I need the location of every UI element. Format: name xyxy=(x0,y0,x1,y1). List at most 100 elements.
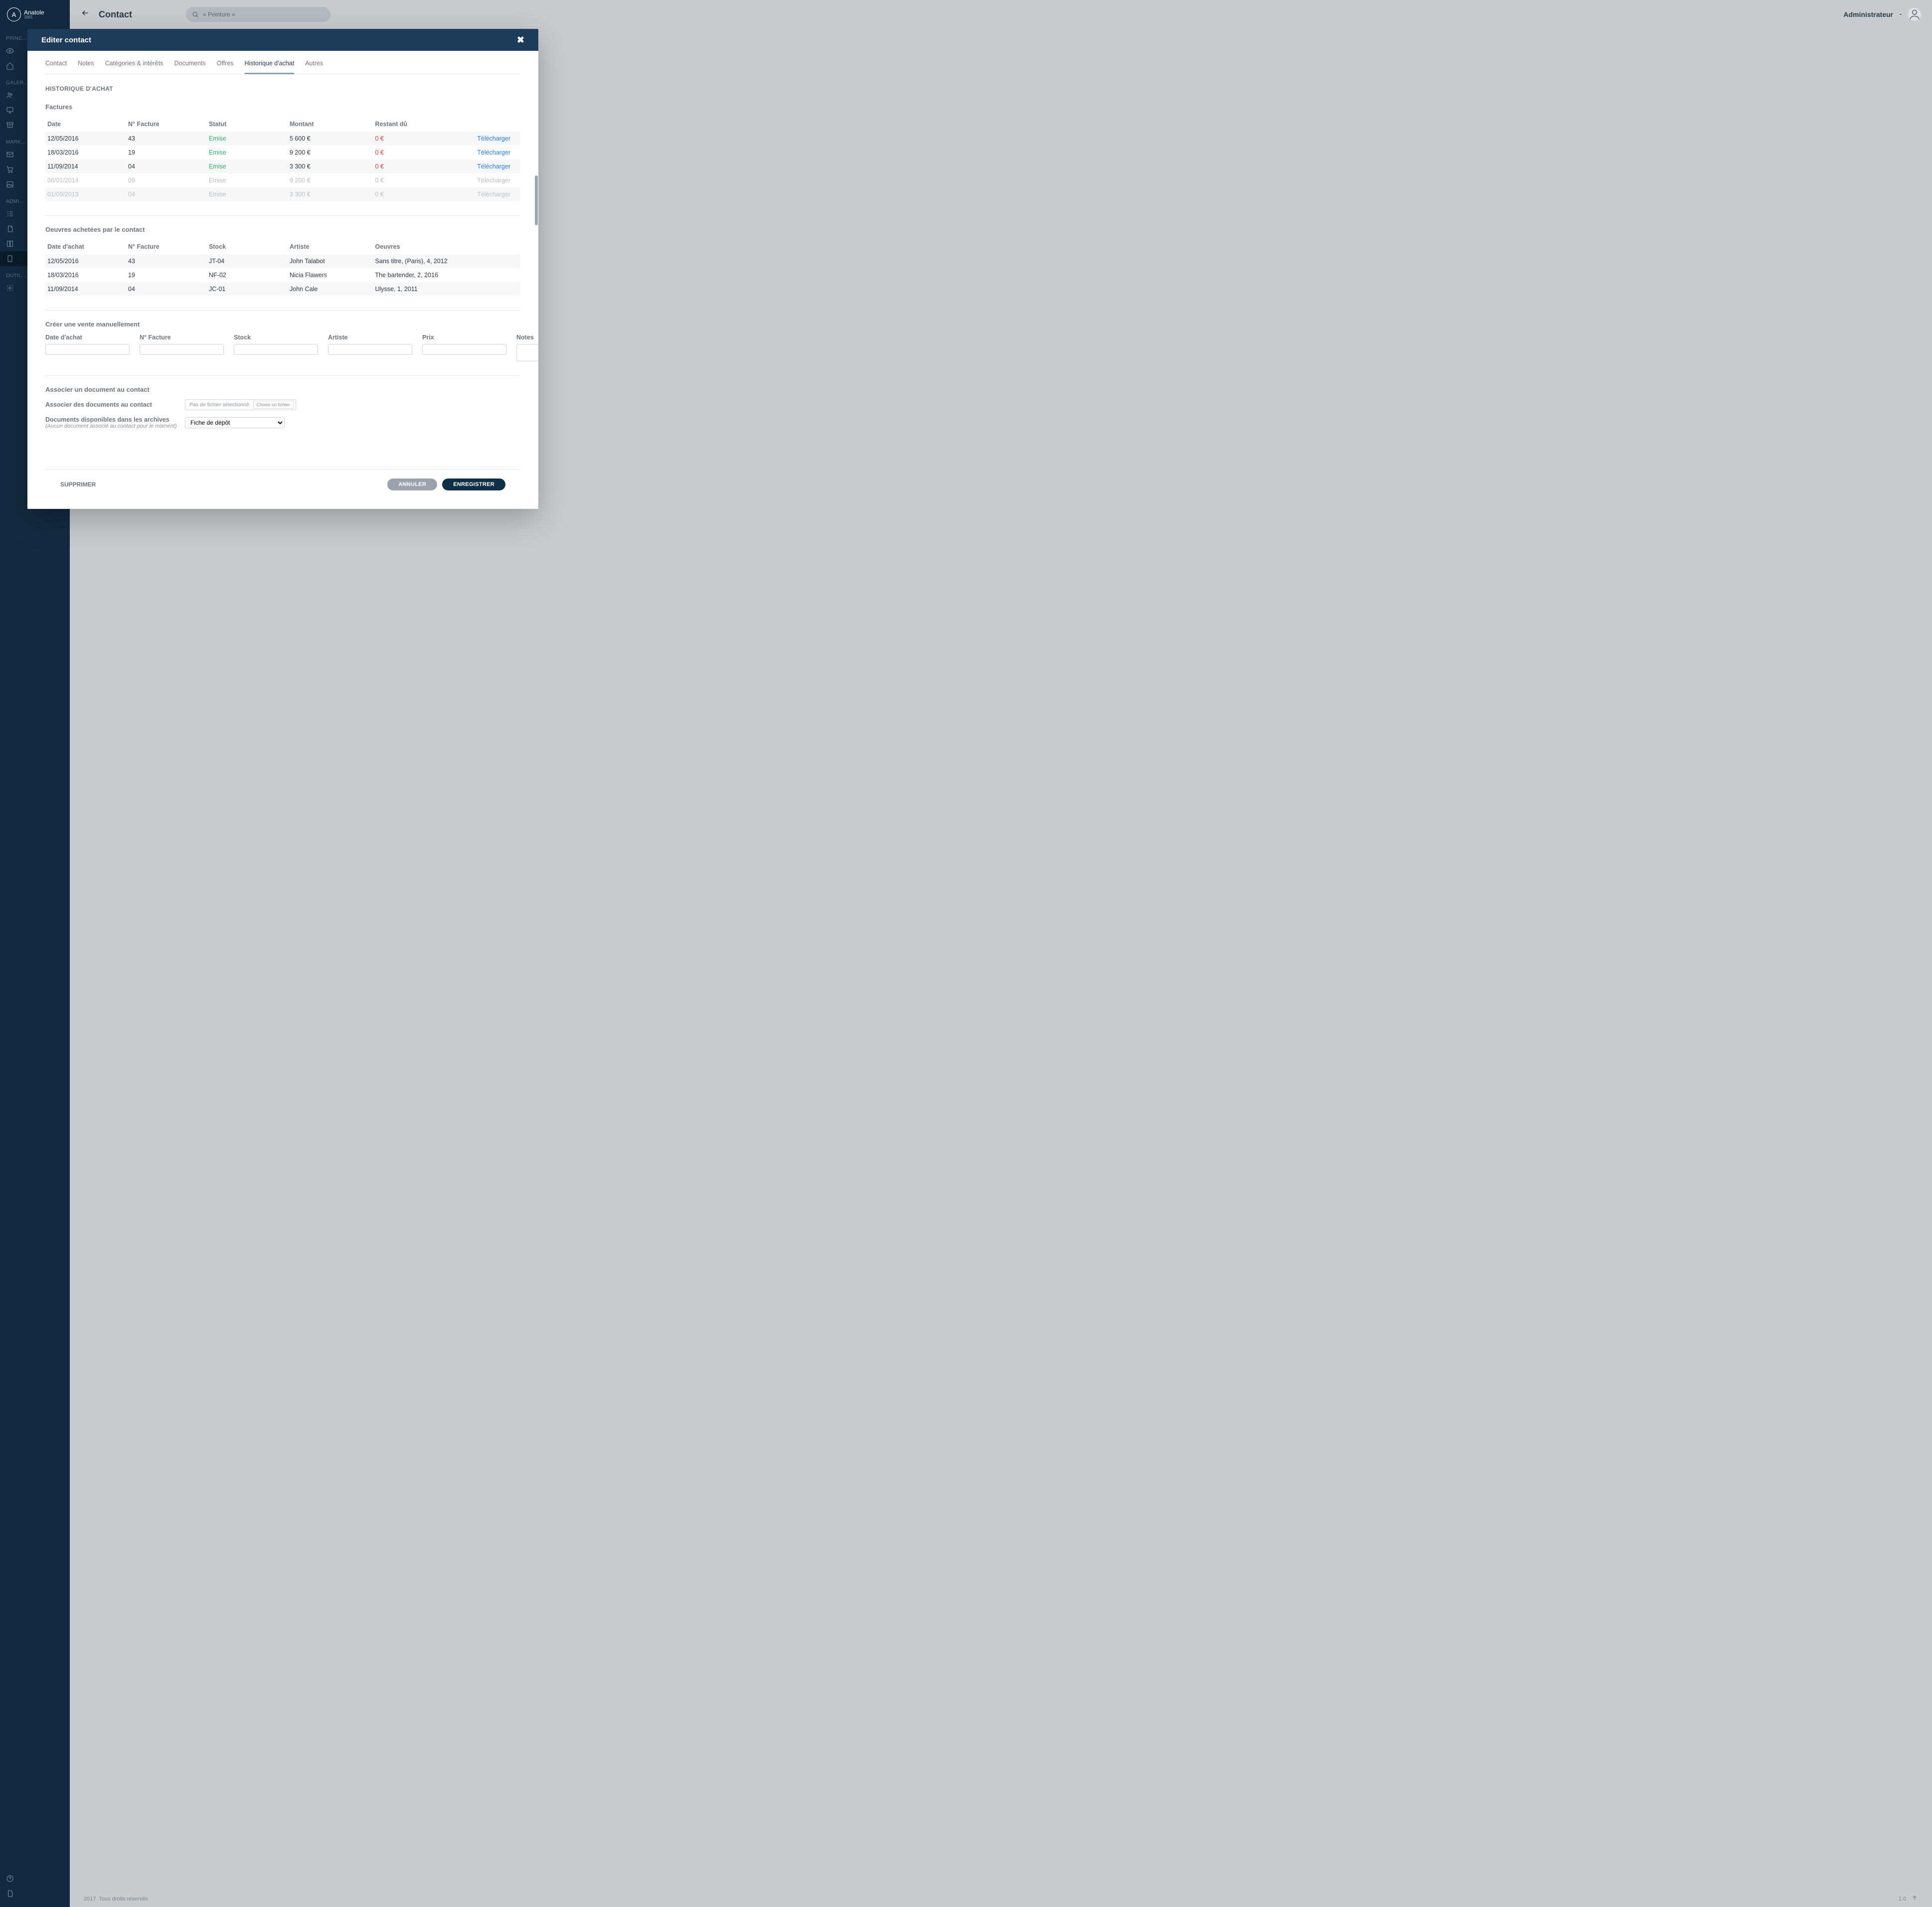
field-input-notes[interactable] xyxy=(516,344,538,361)
field-input-date[interactable] xyxy=(45,344,130,355)
invoices-col-num: N° Facture xyxy=(126,117,207,132)
cell-artist: Nicia Flawers xyxy=(288,268,373,282)
brand-sub: 1681 xyxy=(24,15,44,19)
cell-date: 08/01/2014 xyxy=(45,173,126,187)
field-input-stock[interactable] xyxy=(234,344,318,355)
download-link[interactable]: Télécharger xyxy=(440,159,520,173)
modal-title: Editer contact xyxy=(41,36,91,44)
archive-icon xyxy=(6,121,14,129)
cell-status: Emise xyxy=(207,159,288,173)
download-link[interactable]: Télécharger xyxy=(440,146,520,159)
back-button[interactable] xyxy=(81,8,90,20)
tab-historique[interactable]: Historique d'achat xyxy=(245,60,295,74)
field-label-notes: Notes xyxy=(516,334,538,341)
cell-status: Emise xyxy=(207,173,288,187)
cell-due: 0 € xyxy=(373,159,440,173)
field-input-price[interactable] xyxy=(422,344,506,355)
cell-stock: JT-04 xyxy=(207,254,288,268)
scroll-top-button[interactable] xyxy=(1911,1895,1918,1903)
cell-date: 11/09/2014 xyxy=(45,159,126,173)
cell-amount: 3 300 € xyxy=(288,159,373,173)
tab-contact[interactable]: Contact xyxy=(45,60,67,74)
cell-date: 18/03/2016 xyxy=(45,268,126,282)
gear-icon xyxy=(6,284,14,292)
delete-button[interactable]: SUPPRIMER xyxy=(60,481,96,488)
cell-num: 04 xyxy=(126,159,207,173)
table-row: 11/09/201404Emise3 300 €0 €Télécharger xyxy=(45,159,520,173)
cell-num: 09 xyxy=(126,173,207,187)
manual-sale-form: Date d'achat N° Facture Stock Artiste Pr… xyxy=(45,334,520,361)
cancel-button[interactable]: ANNULER xyxy=(387,478,437,490)
cell-amount: 5 600 € xyxy=(288,132,373,146)
cell-amount: 9 200 € xyxy=(288,146,373,159)
tab-notes[interactable]: Notes xyxy=(78,60,94,74)
table-row: 12/05/201643JT-04John TalabotSans titre,… xyxy=(45,254,520,268)
cell-artist: John Talabot xyxy=(288,254,373,268)
mail-icon xyxy=(6,151,14,159)
modal-header: Editer contact ✖ xyxy=(27,29,538,51)
tab-categories[interactable]: Catégories & intérêts xyxy=(105,60,163,74)
arrow-up-icon xyxy=(1911,1895,1918,1902)
cell-due: 0 € xyxy=(373,146,440,159)
modal-close-button[interactable]: ✖ xyxy=(517,35,524,45)
edit-contact-modal: Editer contact ✖ Contact Notes Catégorie… xyxy=(27,29,538,509)
copyright: 2017. Tous droits réservés xyxy=(84,1896,148,1902)
tab-autres[interactable]: Autres xyxy=(305,60,323,74)
search-input[interactable]: « Peinture » xyxy=(186,7,330,22)
help-icon xyxy=(6,1875,14,1883)
invoices-table: Date N° Facture Statut Montant Restant d… xyxy=(45,117,520,201)
cell-num: 19 xyxy=(126,268,207,282)
field-input-num[interactable] xyxy=(140,344,224,355)
sidebar-item-file[interactable] xyxy=(0,1886,70,1901)
avatar xyxy=(1908,8,1921,21)
cell-stock: NF-02 xyxy=(207,268,288,282)
doc-section-title: Associer un document au contact xyxy=(45,386,520,393)
field-input-artist[interactable] xyxy=(328,344,412,355)
search-value: « Peinture » xyxy=(203,11,235,18)
list-icon xyxy=(6,210,14,218)
invoices-title: Factures xyxy=(45,103,520,111)
cell-date: 01/09/2013 xyxy=(45,187,126,201)
cell-date: 11/09/2014 xyxy=(45,282,126,296)
cell-due: 0 € xyxy=(373,132,440,146)
cell-work: The bartender, 2, 2016 xyxy=(373,268,520,282)
monitor-icon xyxy=(6,106,14,114)
cell-amount: 3 300 € xyxy=(288,187,373,201)
cell-due: 0 € xyxy=(373,173,440,187)
cell-work: Sans titre, (Paris), 4, 2012 xyxy=(373,254,520,268)
invoices-col-amount: Montant xyxy=(288,117,373,132)
page-footer: 2017. Tous droits réservés 1.0 xyxy=(70,1890,1932,1907)
version-label: 1.0 xyxy=(1899,1896,1906,1902)
home-icon xyxy=(6,62,14,70)
cell-num: 04 xyxy=(126,282,207,296)
table-row: 18/03/201619NF-02Nicia FlawersThe barten… xyxy=(45,268,520,282)
cell-num: 43 xyxy=(126,132,207,146)
cell-num: 43 xyxy=(126,254,207,268)
tab-offres[interactable]: Offres xyxy=(217,60,234,74)
user-menu[interactable]: Administrateur xyxy=(1843,8,1921,21)
cell-status: Emise xyxy=(207,146,288,159)
cell-due: 0 € xyxy=(373,187,440,201)
field-label-date: Date d'achat xyxy=(45,334,130,341)
archive-select[interactable]: Fiche de dépôt xyxy=(185,417,285,428)
download-link: Télécharger xyxy=(440,173,520,187)
manual-sale-title: Créer une vente manuellement xyxy=(45,320,520,328)
download-link[interactable]: Télécharger xyxy=(440,132,520,146)
main-area: Contact « Peinture » Administrateur Edit… xyxy=(70,0,1932,1907)
save-button[interactable]: ENREGISTRER xyxy=(442,478,505,490)
choose-file-button[interactable]: Choisir un fichier xyxy=(253,401,294,409)
table-row: 08/01/201409Emise9 200 €0 €Télécharger xyxy=(45,173,520,187)
cell-date: 18/03/2016 xyxy=(45,146,126,159)
cell-date: 12/05/2016 xyxy=(45,254,126,268)
field-label-artist: Artiste xyxy=(328,334,412,341)
scrollbar-thumb[interactable] xyxy=(535,175,538,225)
cell-amount: 9 200 € xyxy=(288,173,373,187)
file-picker[interactable]: Pas de fichier sélectionné Choisir un fi… xyxy=(185,399,296,410)
table-row: 12/05/201643Emise5 600 €0 €Télécharger xyxy=(45,132,520,146)
cell-date: 12/05/2016 xyxy=(45,132,126,146)
modal-footer: SUPPRIMER ANNULER ENREGISTRER xyxy=(45,469,520,499)
download-link: Télécharger xyxy=(440,187,520,201)
cell-work: Ulysse, 1, 2011 xyxy=(373,282,520,296)
tab-documents[interactable]: Documents xyxy=(174,60,205,74)
sidebar-item-help[interactable] xyxy=(0,1871,70,1886)
